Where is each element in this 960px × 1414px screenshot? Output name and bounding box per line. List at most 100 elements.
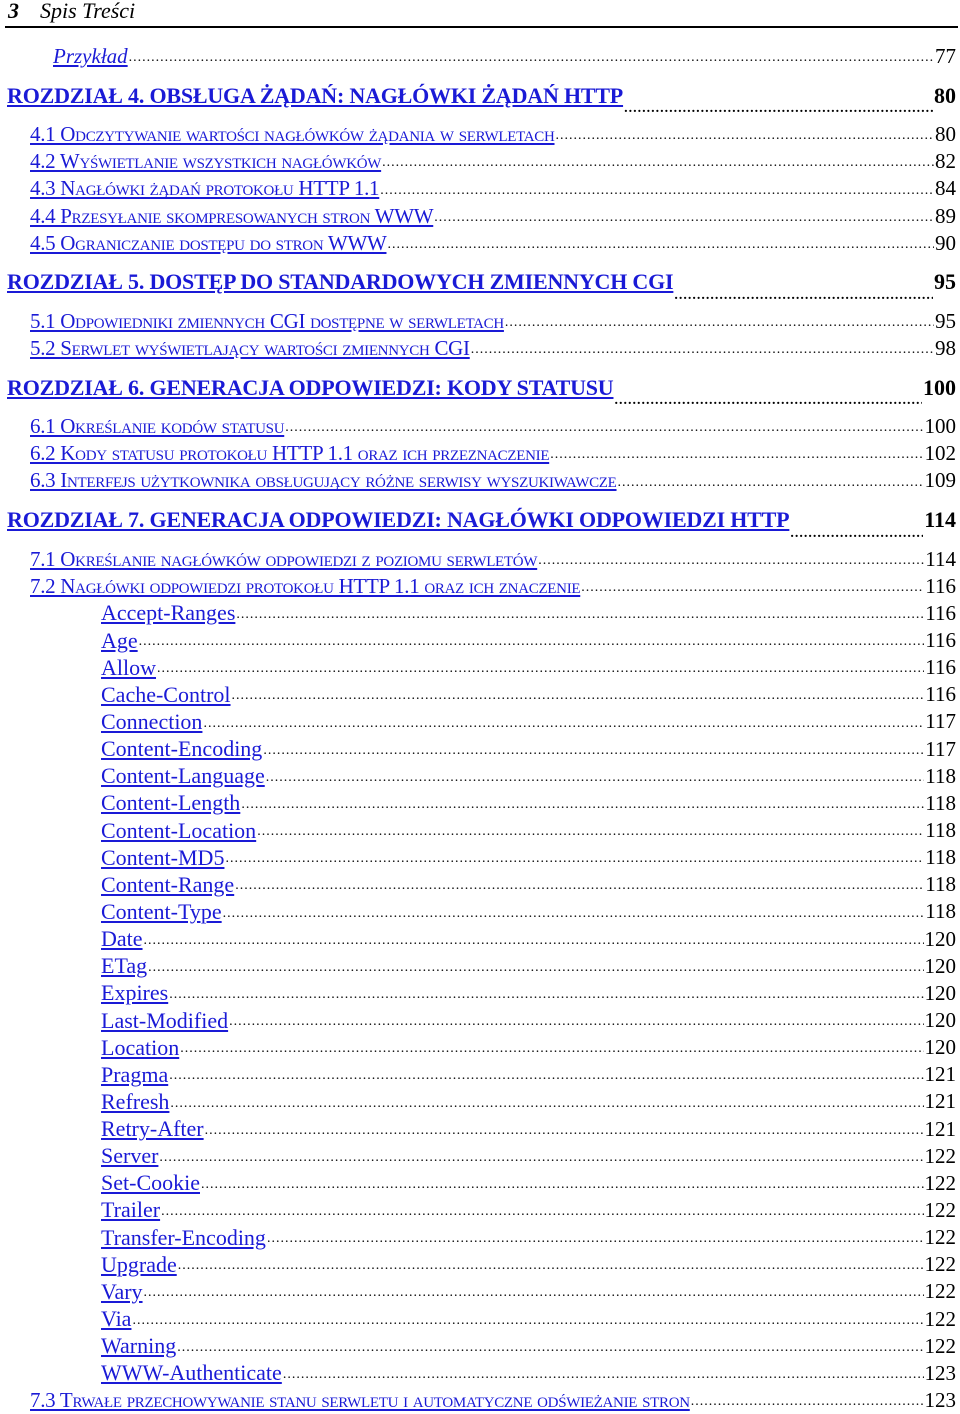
toc-link[interactable]: Pragma (101, 1062, 168, 1088)
toc-entry: 4.3 Nagłówki żądań protokołu HTTP 1.1 84 (0, 175, 956, 202)
toc-link[interactable]: Cache-Control (101, 682, 231, 708)
page-ref: 95 (935, 308, 956, 333)
toc-link[interactable]: 6.2 Kody statusu protokołu HTTP 1.1 oraz… (30, 441, 549, 466)
page-ref: 118 (925, 872, 956, 897)
toc-entry: 7.3 Trwałe przechowywanie stanu serwletu… (0, 1387, 956, 1414)
toc-link[interactable]: Upgrade (101, 1252, 177, 1278)
page-ref: 122 (924, 1170, 957, 1195)
page-ref: 117 (925, 736, 956, 761)
page-ref: 117 (925, 709, 956, 734)
page-ref: 100 (923, 374, 956, 400)
toc-link[interactable]: Age (101, 628, 138, 654)
toc-link[interactable]: Last-Modified (101, 1008, 228, 1034)
toc-link[interactable]: 4.4 Przesyłanie skompresowanych stron WW… (30, 204, 434, 229)
page-ref: 84 (935, 176, 956, 201)
toc-entry: Content-Type 118 (0, 898, 956, 925)
leader-dots (148, 961, 923, 980)
toc-link[interactable]: Set-Cookie (101, 1170, 200, 1196)
leader-dots (161, 1205, 923, 1224)
leader-dots (180, 1042, 923, 1061)
toc-link[interactable]: Przykład (53, 44, 128, 69)
page-ref: 118 (925, 899, 956, 924)
toc-link[interactable]: Content-Length (101, 790, 240, 816)
page-ref: 95 (934, 269, 956, 295)
leader-dots (159, 1151, 923, 1170)
toc-entry: Content-Range 118 (0, 871, 956, 898)
toc-link[interactable]: ROZDZIAŁ 4. OBSŁUGA ŻĄDAŃ: NAGŁÓWKI ŻĄDA… (7, 83, 623, 109)
page-ref: 123 (924, 1387, 957, 1412)
toc-link[interactable]: 4.1 Odczytywanie wartości nagłówków żąda… (30, 122, 555, 147)
toc-entry: Warning 122 (0, 1333, 956, 1360)
leader-dots (225, 852, 924, 871)
toc-link[interactable]: Expires (101, 980, 168, 1006)
toc-link[interactable]: Location (101, 1035, 179, 1061)
page-ref: 100 (924, 414, 957, 439)
toc-link[interactable]: WWW-Authenticate (101, 1360, 282, 1386)
toc-entry: Cache-Control 116 (0, 681, 956, 708)
toc-link[interactable]: Content-Type (101, 899, 222, 925)
toc-link[interactable]: 5.1 Odpowiedniki zmiennych CGI dostępne … (30, 309, 504, 334)
page-ref: 122 (924, 1143, 957, 1168)
toc-link[interactable]: Connection (101, 709, 202, 735)
toc-link[interactable]: 4.3 Nagłówki żądań protokołu HTTP 1.1 (30, 176, 380, 201)
toc-link[interactable]: Accept-Ranges (101, 600, 235, 626)
toc-entry: Content-Length 118 (0, 790, 956, 817)
toc-entry: Last-Modified 120 (0, 1007, 956, 1034)
page-ref: 120 (924, 1008, 957, 1032)
toc-entry: Location 120 (0, 1034, 956, 1061)
leader-dots (236, 608, 924, 627)
toc-entry: 5.2 Serwlet wyświetlający wartości zmien… (0, 335, 956, 362)
toc-link[interactable]: Refresh (101, 1089, 169, 1115)
toc-link[interactable]: Content-Encoding (101, 736, 262, 762)
page-ref: 116 (925, 655, 956, 680)
page-ref: 118 (925, 845, 956, 870)
page-ref: 102 (924, 441, 957, 466)
toc-link[interactable]: 6.1 Określanie kodów statusu (30, 414, 285, 439)
toc-link[interactable]: 7.2 Nagłówki odpowiedzi protokołu HTTP 1… (30, 574, 581, 599)
header-title: Spis Treści (40, 0, 136, 23)
toc-entry: Content-MD5 118 (0, 844, 956, 871)
table-of-contents: Przykład 77 ROZDZIAŁ 4. OBSŁUGA ŻĄDAŃ: NAG… (0, 43, 956, 1414)
toc-chapter: ROZDZIAŁ 6. GENERACJA ODPOWIEDZI: KODY S… (0, 362, 956, 413)
toc-link[interactable]: Allow (101, 655, 156, 681)
leader-dots (674, 289, 933, 308)
page-ref: 121 (924, 1062, 957, 1087)
leader-dots (538, 554, 924, 573)
page-ref: 80 (935, 122, 956, 147)
toc-link[interactable]: 7.1 Określanie nagłówków odpowiedzi z po… (30, 547, 537, 572)
toc-link[interactable]: 4.2 Wyświetlanie wszystkich nagłówków (30, 149, 381, 174)
leader-dots (434, 211, 934, 230)
toc-link[interactable]: ROZDZIAŁ 7. GENERACJA ODPOWIEDZI: NAGŁÓW… (7, 507, 790, 533)
toc-link[interactable]: Trailer (101, 1197, 160, 1223)
toc-link[interactable]: 6.3 Interfejs użytkownika obsługujący ró… (30, 468, 617, 493)
toc-entry: Age 116 (0, 627, 956, 654)
page-ref: 77 (935, 44, 956, 69)
page-ref: 89 (935, 203, 956, 228)
toc-link[interactable]: ETag (101, 953, 147, 979)
toc-link[interactable]: Retry-After (101, 1116, 204, 1142)
toc-link[interactable]: ROZDZIAŁ 5. DOSTĘP DO STANDARDOWYCH ZMIE… (7, 269, 674, 295)
toc-entry: 6.1 Określanie kodów statusu 100 (0, 413, 956, 440)
leader-dots (170, 1097, 923, 1116)
toc-entry: Pragma 121 (0, 1061, 956, 1088)
toc-link[interactable]: Vary (101, 1279, 143, 1305)
leader-dots (471, 343, 934, 362)
page-ref: 116 (925, 573, 956, 598)
toc-link[interactable]: Content-Location (101, 818, 256, 844)
toc-entry: 7.1 Określanie nagłówków odpowiedzi z po… (0, 546, 956, 573)
toc-link[interactable]: 4.5 Ograniczanie dostępu do stron WWW (30, 231, 387, 256)
toc-entry: 4.2 Wyświetlanie wszystkich nagłówków 82 (0, 148, 956, 175)
page-ref: 116 (925, 628, 956, 653)
toc-link[interactable]: Warning (101, 1333, 176, 1359)
toc-link[interactable]: Transfer-Encoding (101, 1225, 266, 1251)
toc-link[interactable]: Content-Range (101, 872, 234, 898)
toc-link[interactable]: 7.3 Trwałe przechowywanie stanu serwletu… (30, 1388, 690, 1413)
toc-link[interactable]: ROZDZIAŁ 6. GENERACJA ODPOWIEDZI: KODY S… (7, 375, 614, 401)
toc-link[interactable]: Content-Language (101, 763, 265, 789)
toc-link[interactable]: Via (101, 1306, 131, 1332)
toc-link[interactable]: Server (101, 1143, 158, 1169)
page-ref: 122 (924, 1333, 957, 1358)
toc-link[interactable]: Date (101, 926, 143, 952)
toc-link[interactable]: Content-MD5 (101, 845, 224, 871)
toc-link[interactable]: 5.2 Serwlet wyświetlający wartości zmien… (30, 336, 470, 361)
